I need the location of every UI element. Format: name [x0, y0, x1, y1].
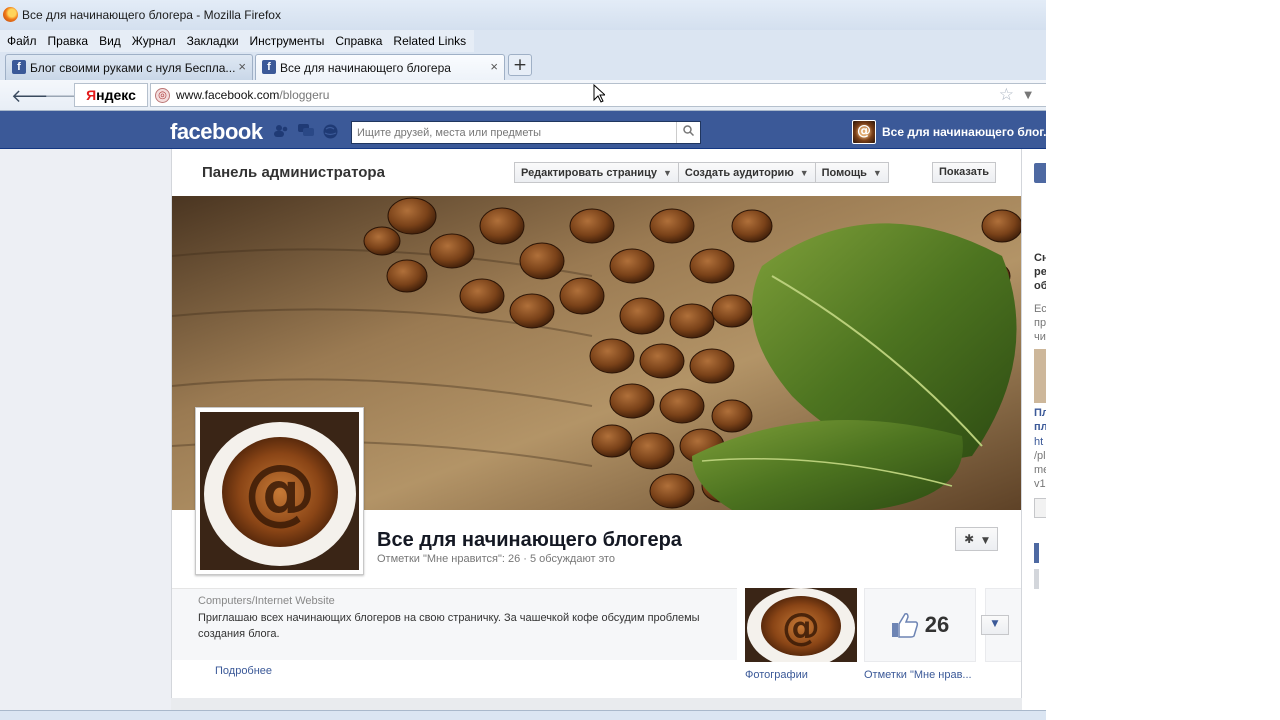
likes-label[interactable]: Отметки "Мне нрав...: [864, 669, 972, 681]
tab-facebook-page[interactable]: f Все для начинающего блогера ×: [255, 54, 505, 80]
chevron-down-icon: ▼: [662, 167, 672, 178]
search-input[interactable]: [352, 122, 676, 143]
photo-thumbnail-icon: @: [745, 588, 857, 662]
svg-text:@: @: [782, 605, 820, 649]
chevron-down-icon: ▼: [991, 619, 999, 629]
url-text[interactable]: www.facebook.com/bloggeru: [176, 88, 329, 102]
user-name: Все для начинающего блог...: [882, 125, 1046, 139]
photos-tile[interactable]: @: [745, 588, 857, 662]
new-tab-button[interactable]: +: [508, 54, 532, 76]
admin-panel-bar: Панель администратора Редактировать стра…: [172, 149, 1021, 196]
sidebar-accent-bar: [1034, 543, 1039, 563]
firefox-window: Все для начинающего блогера - Mozilla Fi…: [0, 0, 1046, 720]
expand-apps-button[interactable]: ▼: [981, 615, 1009, 635]
photos-label[interactable]: Фотографии: [745, 669, 808, 681]
notifications-globe-icon[interactable]: [323, 124, 339, 139]
page-column: Панель администратора Редактировать стра…: [171, 149, 1022, 698]
tab-blog[interactable]: f Блог своими руками с нуля Бесплa... ×: [5, 54, 253, 80]
more-info-link[interactable]: Подробнее: [215, 665, 272, 677]
close-tab-icon[interactable]: ×: [490, 59, 498, 74]
sidebar-accent-bar: [1034, 569, 1039, 589]
coffee-cup-at-icon: @: [200, 412, 359, 570]
right-sidebar-peek: Сн ре об Ес пр чи Пл пл ht /pl me v1: [1022, 149, 1046, 720]
facebook-logo[interactable]: facebook: [170, 119, 263, 145]
chevron-down-icon: ▼: [799, 167, 809, 178]
chevron-down-icon: ▼: [872, 167, 882, 178]
navigation-bar: 🡐 🡒 Яндекс ◎ www.facebook.com/bloggeru ☆…: [0, 80, 1046, 111]
menu-related-links[interactable]: Related Links: [386, 34, 470, 48]
help-button[interactable]: Помощь ▼: [815, 162, 889, 183]
menu-history[interactable]: Журнал: [125, 34, 180, 48]
friend-requests-icon[interactable]: [273, 124, 289, 137]
svg-text:@: @: [244, 449, 316, 533]
chevron-down-icon: ▼: [981, 536, 989, 546]
thumbs-up-icon: [891, 613, 918, 638]
facebook-header: facebook @ Все для начинающего блог...: [0, 111, 1046, 149]
user-profile-link[interactable]: @ Все для начинающего блог...: [852, 120, 1046, 144]
menu-view[interactable]: Вид: [92, 34, 125, 48]
sidebar-small-button[interactable]: [1034, 498, 1046, 518]
about-box: Computers/Internet Website Приглашаю все…: [172, 588, 737, 660]
page-description: Приглашаю всех начинающих блогеров на св…: [198, 612, 700, 640]
sidebar-thumbnail[interactable]: [1034, 349, 1046, 403]
menu-file[interactable]: Файл: [0, 34, 41, 48]
profile-picture[interactable]: @: [195, 407, 364, 575]
mouse-cursor-icon: [593, 84, 605, 103]
admin-buttons: Редактировать страницу ▼ Создать аудитори…: [514, 162, 889, 183]
search-icon[interactable]: [676, 122, 700, 143]
show-button[interactable]: Показать: [932, 162, 996, 183]
tab-label: Блог своими руками с нуля Бесплa...: [30, 60, 236, 75]
menu-bar: Файл Правка Вид Журнал Закладки Инструме…: [0, 30, 474, 52]
url-dropdown-icon[interactable]: ▼: [1024, 90, 1032, 101]
left-gutter: [0, 149, 171, 720]
menu-edit[interactable]: Правка: [41, 34, 93, 48]
tab-label: Все для начинающего блогера: [280, 60, 451, 75]
firefox-logo-icon[interactable]: [3, 7, 18, 22]
sidebar-button[interactable]: [1034, 163, 1046, 183]
facebook-favicon-icon: f: [262, 60, 276, 74]
facebook-search: [351, 121, 701, 144]
messages-icon[interactable]: [298, 124, 314, 137]
gear-icon: ✱: [964, 532, 975, 546]
title-bar: Все для начинающего блогера - Mozilla Fi…: [0, 0, 1046, 30]
page-settings-button[interactable]: ✱ ▼: [955, 527, 998, 551]
menu-bookmarks[interactable]: Закладки: [180, 34, 243, 48]
page-category[interactable]: Computers/Internet Website: [198, 595, 335, 607]
admin-panel-title: Панель администратора: [202, 164, 385, 181]
page-stats: Отметки "Мне нравится": 26 · 5 обсуждают…: [377, 553, 615, 565]
create-audience-button[interactable]: Создать аудиторию ▼: [678, 162, 816, 183]
edit-page-button[interactable]: Редактировать страницу ▼: [514, 162, 679, 183]
yandex-button[interactable]: Яндекс: [74, 83, 148, 107]
status-bar: [0, 710, 1046, 720]
site-identity-icon[interactable]: ◎: [155, 88, 170, 103]
close-tab-icon[interactable]: ×: [238, 59, 246, 74]
window-title: Все для начинающего блогера - Mozilla Fi…: [22, 8, 281, 22]
blank-area: [1046, 0, 1280, 720]
likes-count: 26: [924, 612, 950, 637]
facebook-favicon-icon: f: [12, 60, 26, 74]
avatar: @: [852, 120, 876, 144]
menu-help[interactable]: Справка: [328, 34, 386, 48]
page-name: Все для начинающего блогера: [377, 529, 682, 551]
bookmark-star-icon[interactable]: ☆: [999, 85, 1014, 105]
menu-tools[interactable]: Инструменты: [243, 34, 329, 48]
likes-tile[interactable]: 26: [864, 588, 976, 662]
